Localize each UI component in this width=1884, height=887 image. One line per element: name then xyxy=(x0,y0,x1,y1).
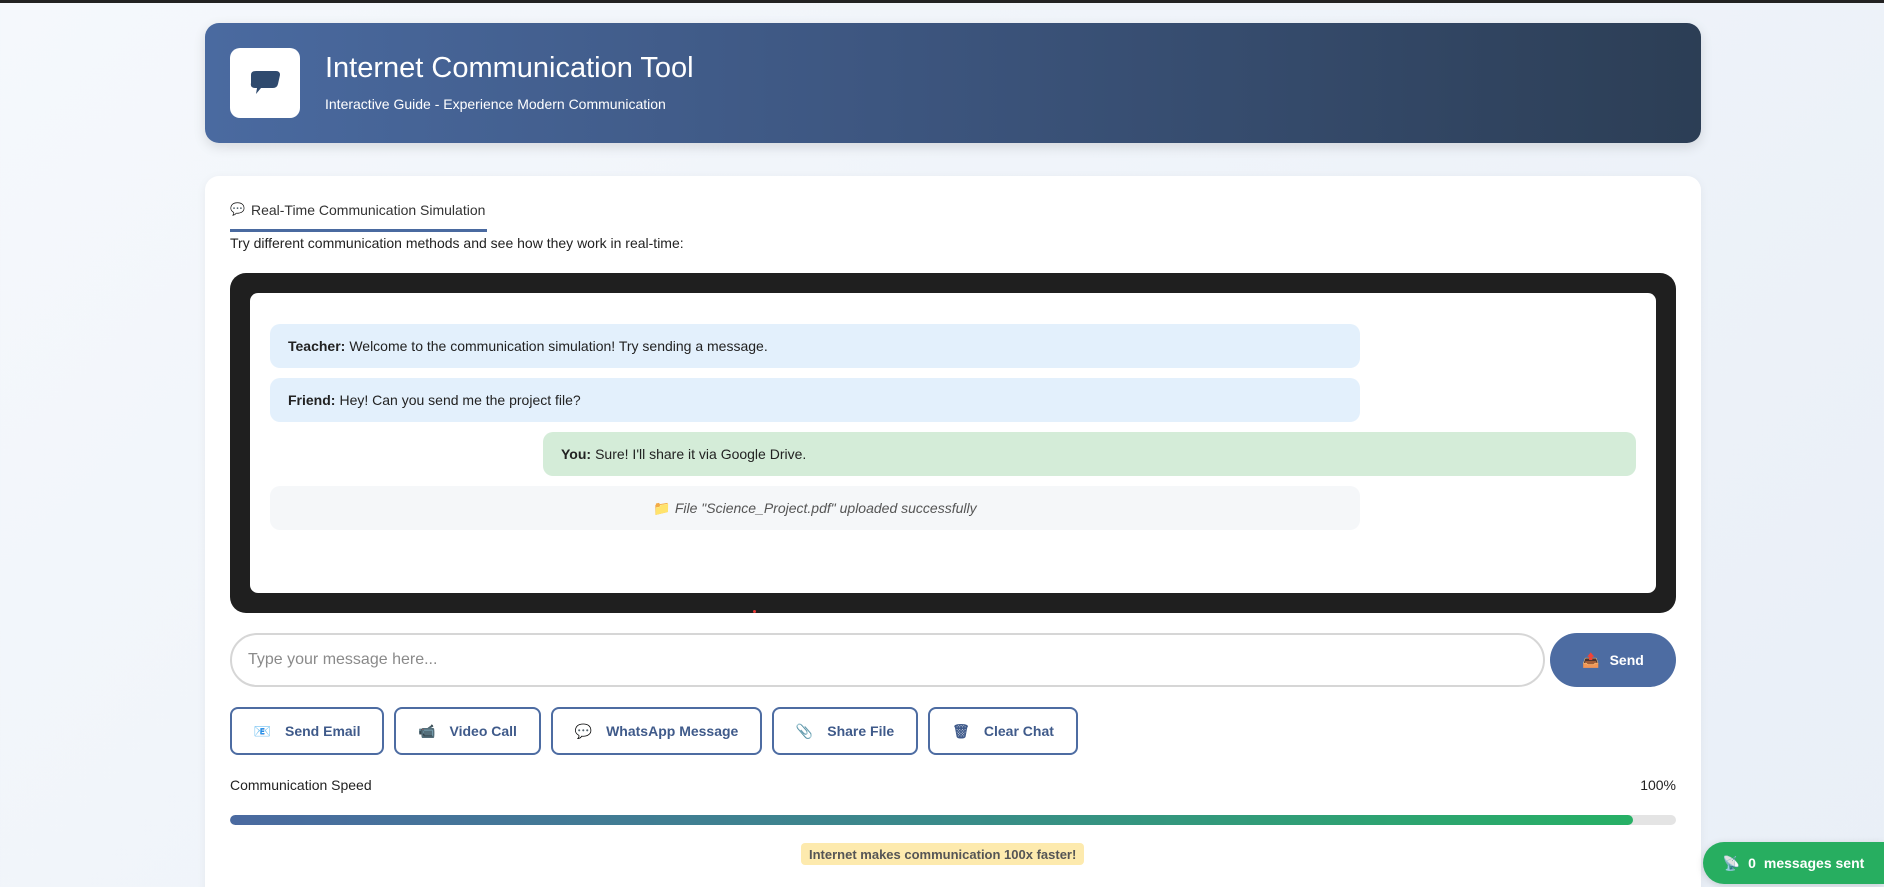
send-label: Send xyxy=(1609,652,1644,668)
clear-chat-button[interactable]: 🗑 Clear Chat xyxy=(928,707,1078,755)
chat-message: Friend: Hey! Can you send me the project… xyxy=(270,378,1360,422)
app-header: Internet Communication Tool Interactive … xyxy=(205,23,1701,143)
action-label: Video Call xyxy=(449,723,517,739)
message-text: Hey! Can you send me the project file? xyxy=(339,392,581,408)
message-sender: You: xyxy=(561,446,592,462)
share-file-button[interactable]: 📎 Share File xyxy=(772,707,918,755)
send-email-button[interactable]: 📧 Send Email xyxy=(230,707,384,755)
send-button[interactable]: 📤 Send xyxy=(1550,633,1676,687)
speech-bubble-icon xyxy=(250,71,280,94)
chat-message-own: You: Sure! I'll share it via Google Driv… xyxy=(543,432,1636,476)
message-sender: Teacher: xyxy=(288,338,346,354)
app-subtitle: Interactive Guide - Experience Modern Co… xyxy=(325,96,666,112)
action-label: Clear Chat xyxy=(983,723,1054,739)
video-camera-icon: 📹 xyxy=(418,722,436,739)
message-input[interactable] xyxy=(230,633,1545,687)
trash-icon: 🗑 xyxy=(952,722,970,739)
video-call-button[interactable]: 📹 Video Call xyxy=(394,707,541,755)
action-label: Share File xyxy=(827,723,895,739)
app-title: Internet Communication Tool xyxy=(325,52,694,84)
message-count-label: messages sent xyxy=(1763,855,1865,871)
chat-window[interactable]: Teacher: Welcome to the communication si… xyxy=(250,293,1656,593)
chat-bubble-icon: 💬 xyxy=(574,722,593,739)
instructions-text: Try different communication methods and … xyxy=(230,235,684,251)
chat-bubble-icon: 💬 xyxy=(230,202,245,216)
chat-message: Teacher: Welcome to the communication si… xyxy=(270,324,1360,368)
speed-progress-bar xyxy=(230,815,1676,825)
message-count: 0 xyxy=(1748,855,1756,871)
folder-icon: 📁 xyxy=(653,499,671,516)
system-message: 📁 File "Science_Project.pdf" uploaded su… xyxy=(270,486,1360,530)
action-label: Send Email xyxy=(284,723,361,739)
simulation-card: 💬 Real-Time Communication Simulation Try… xyxy=(205,176,1701,887)
tab-real-time-simulation[interactable]: 💬 Real-Time Communication Simulation xyxy=(230,202,487,232)
system-message-text: File "Science_Project.pdf" uploaded succ… xyxy=(674,500,977,516)
email-icon: 📧 xyxy=(253,722,271,739)
satellite-icon: 📡 xyxy=(1722,854,1741,871)
speed-value: 100% xyxy=(1640,777,1676,793)
whatsapp-message-button[interactable]: 💬 WhatsApp Message xyxy=(551,707,762,755)
speed-label: Communication Speed xyxy=(230,777,372,793)
cursor-dot xyxy=(753,610,756,613)
message-text: Sure! I'll share it via Google Drive. xyxy=(595,446,807,462)
device-frame: Teacher: Welcome to the communication si… xyxy=(230,273,1676,613)
message-text: Welcome to the communication simulation!… xyxy=(349,338,768,354)
tip-badge: Internet makes communication 100x faster… xyxy=(801,843,1085,865)
message-sender: Friend: xyxy=(288,392,336,408)
paperclip-icon: 📎 xyxy=(795,722,814,739)
messages-sent-counter: 📡 0 messages sent xyxy=(1703,842,1884,884)
logo xyxy=(230,48,300,118)
action-label: WhatsApp Message xyxy=(606,723,739,739)
outbox-icon: 📤 xyxy=(1582,651,1600,668)
speed-progress-fill xyxy=(230,815,1633,825)
tab-label: Real-Time Communication Simulation xyxy=(250,202,486,218)
